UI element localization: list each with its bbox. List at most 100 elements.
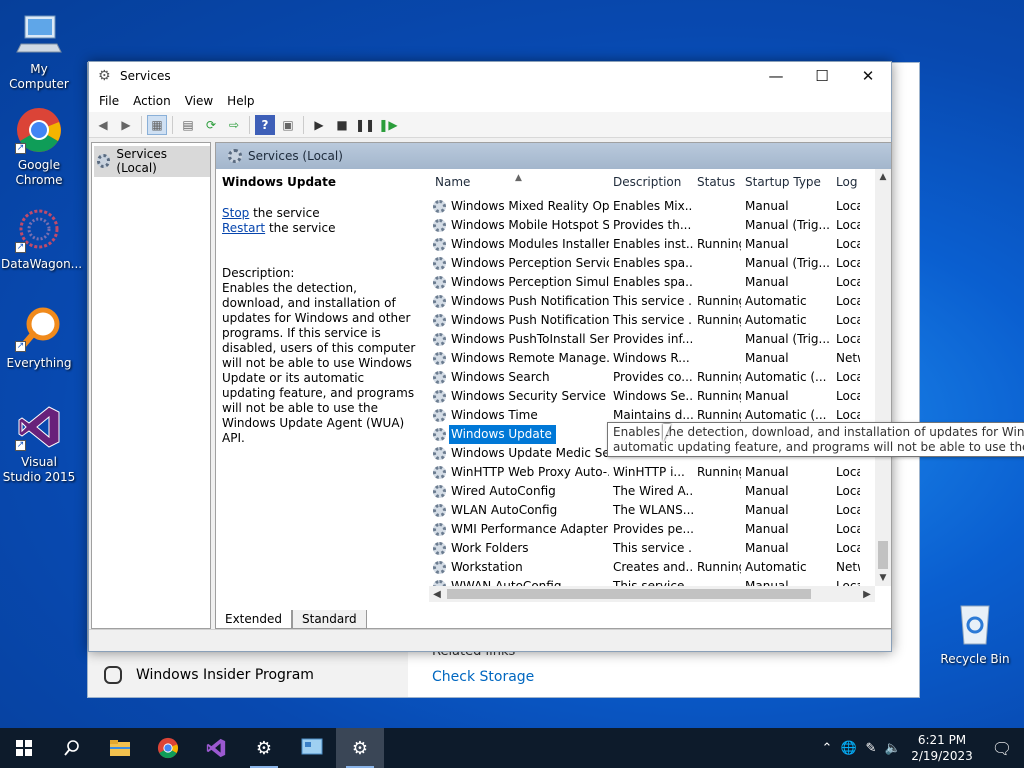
tray-volume-icon[interactable]: 🔈 [882,741,904,756]
table-row[interactable]: Wired AutoConfig The Wired A... Manual Loca [429,482,891,501]
table-row[interactable]: Windows Mixed Reality Op... Enables Mix..… [429,197,891,216]
tray-pen-icon[interactable]: ✎ [860,741,882,756]
restart-service-icon[interactable]: ❚▶ [378,115,398,135]
menu-view[interactable]: View [178,94,220,108]
column-header-log-on-as[interactable]: Log [832,173,860,192]
description-label: Description: [222,266,295,280]
table-row[interactable]: WinHTTP Web Proxy Auto-... WinHTTP i... Ru… [429,463,891,482]
vertical-scrollbar[interactable]: ▲ ▼ [875,169,891,586]
close-button[interactable]: ✕ [845,62,891,90]
everything-search-icon: ↗ [15,304,63,352]
tree-item-services-local[interactable]: Services (Local) [94,146,210,177]
service-name: Workstation [451,560,523,574]
services-window[interactable]: ⚙ Services — ☐ ✕ File Action View Help ◀… [88,61,892,652]
table-row[interactable]: Windows PushToInstall Serv... Provides in… [429,330,891,349]
toolbar-separator [141,115,142,134]
table-row[interactable]: Windows Push Notification... This service… [429,311,891,330]
export-list-icon[interactable]: ⇨ [224,115,244,135]
taskbar-visual-studio-icon[interactable] [192,728,240,768]
desktop-icon-everything[interactable]: ↗ Everything [1,304,77,371]
start-service-icon[interactable]: ▶ [309,115,329,135]
help-icon[interactable]: ? [255,114,275,135]
scroll-left-icon[interactable]: ◀ [429,589,445,600]
table-row[interactable]: Windows Mobile Hotspot S... Provides th..… [429,216,891,235]
gear-icon [433,523,446,536]
refresh-icon[interactable]: ⟳ [201,115,221,135]
vertical-scroll-thumb[interactable] [878,541,888,569]
horizontal-scrollbar[interactable]: ◀ ▶ [429,586,875,602]
menu-action[interactable]: Action [126,94,178,108]
scroll-right-icon[interactable]: ▶ [859,589,875,600]
taskbar-settings-icon[interactable]: ⚙ [240,728,288,768]
stop-service-link[interactable]: Stop [222,206,249,220]
cell-description: Provides th... [613,218,692,232]
forward-arrow-icon[interactable]: ▶ [116,115,136,135]
table-row[interactable]: Windows Search Provides co... Running Autom… [429,368,891,387]
column-header-description[interactable]: Description [609,173,693,192]
table-row[interactable]: Windows Perception Service Enables spa...… [429,254,891,273]
pause-service-icon[interactable]: ❚❚ [355,115,375,135]
cell-status [693,216,741,235]
cell-log-on-as: Loca [836,389,860,403]
table-row[interactable]: Work Folders This service ... Manual Loca [429,539,891,558]
horizontal-scroll-thumb[interactable] [447,589,811,599]
stop-service-icon[interactable]: ■ [332,115,352,135]
cell-status: Running [697,389,741,403]
tab-standard[interactable]: Standard [292,610,367,629]
services-content-pane[interactable]: Services (Local) Windows Update Stop the… [215,142,892,629]
title-bar[interactable]: ⚙ Services — ☐ ✕ [89,62,891,90]
menu-help[interactable]: Help [220,94,261,108]
maximize-button[interactable]: ☐ [799,62,845,90]
desktop-icon-datawagon[interactable]: ↗ DataWagon... [1,205,82,272]
taskbar-search-icon[interactable] [48,728,96,768]
desktop-icon-my-computer[interactable]: My Computer [1,10,77,92]
sort-up-icon: ▲ [515,173,522,183]
table-row[interactable]: Windows Security Service Windows Se... Run… [429,387,891,406]
desktop-icon-recycle-bin[interactable]: Recycle Bin [936,600,1014,667]
windows-insider-program-item[interactable]: Windows Insider Program [88,652,408,697]
service-name: Windows Perception Simul... [451,275,609,289]
restart-service-link[interactable]: Restart [222,221,265,235]
table-row[interactable]: Windows Modules Installer Enables inst...… [429,235,891,254]
minimize-button[interactable]: — [753,62,799,90]
taskbar-clock[interactable]: 6:21 PM 2/19/2023 [904,732,980,764]
services-list[interactable]: ▲ Name Description Status Startup Type L… [429,169,891,602]
table-row[interactable]: Windows Perception Simul... Enables spa..… [429,273,891,292]
back-arrow-icon[interactable]: ◀ [93,115,113,135]
column-header-startup-type[interactable]: Startup Type [741,173,832,192]
tray-chevron-up-icon[interactable]: ⌃ [816,741,838,756]
scroll-up-icon[interactable]: ▲ [875,169,891,185]
console-tree[interactable]: Services (Local) [91,142,211,629]
desktop-icon-visual-studio[interactable]: ↗ Visual Studio 2015 [1,403,77,485]
taskbar-chrome-icon[interactable] [144,728,192,768]
table-row[interactable]: Windows Remote Manage... Windows R... Manu… [429,349,891,368]
table-row[interactable]: WMI Performance Adapter Provides pe... Man… [429,520,891,539]
cell-log-on-as: Loca [836,332,860,346]
cell-startup-type: Automatic [745,313,807,327]
column-header-status[interactable]: Status [693,173,741,192]
menu-file[interactable]: File [92,94,126,108]
table-row[interactable]: Workstation Creates and... Running Automati… [429,558,891,577]
service-name: Windows Update Medic Ser... [451,446,609,460]
tray-network-icon[interactable]: 🌐 [838,741,860,756]
gear-icon [433,295,446,308]
cell-name: Windows Security Service [429,387,609,406]
table-row[interactable]: WLAN AutoConfig The WLANS... Manual Loca [429,501,891,520]
show-tree-icon[interactable]: ▦ [147,114,167,135]
console-icon[interactable]: ▣ [278,115,298,135]
action-center-icon[interactable]: 🗨 [980,739,1024,758]
cell-startup-type: Manual [745,484,789,498]
gear-icon [97,154,111,168]
check-storage-link[interactable]: Check Storage [432,669,534,685]
taskbar-file-explorer-icon[interactable] [96,728,144,768]
desktop-icon-label: Google Chrome [15,158,63,187]
table-row[interactable]: Windows Push Notification... This service… [429,292,891,311]
start-button[interactable] [0,728,48,768]
properties-icon[interactable]: ▤ [178,115,198,135]
service-name: Wired AutoConfig [451,484,556,498]
taskbar-control-panel-icon[interactable] [288,728,336,768]
tab-extended[interactable]: Extended [215,610,292,629]
scroll-down-icon[interactable]: ▼ [875,570,891,586]
desktop-icon-google-chrome[interactable]: ↗ Google Chrome [1,106,77,188]
taskbar-services-icon[interactable]: ⚙ [336,728,384,768]
